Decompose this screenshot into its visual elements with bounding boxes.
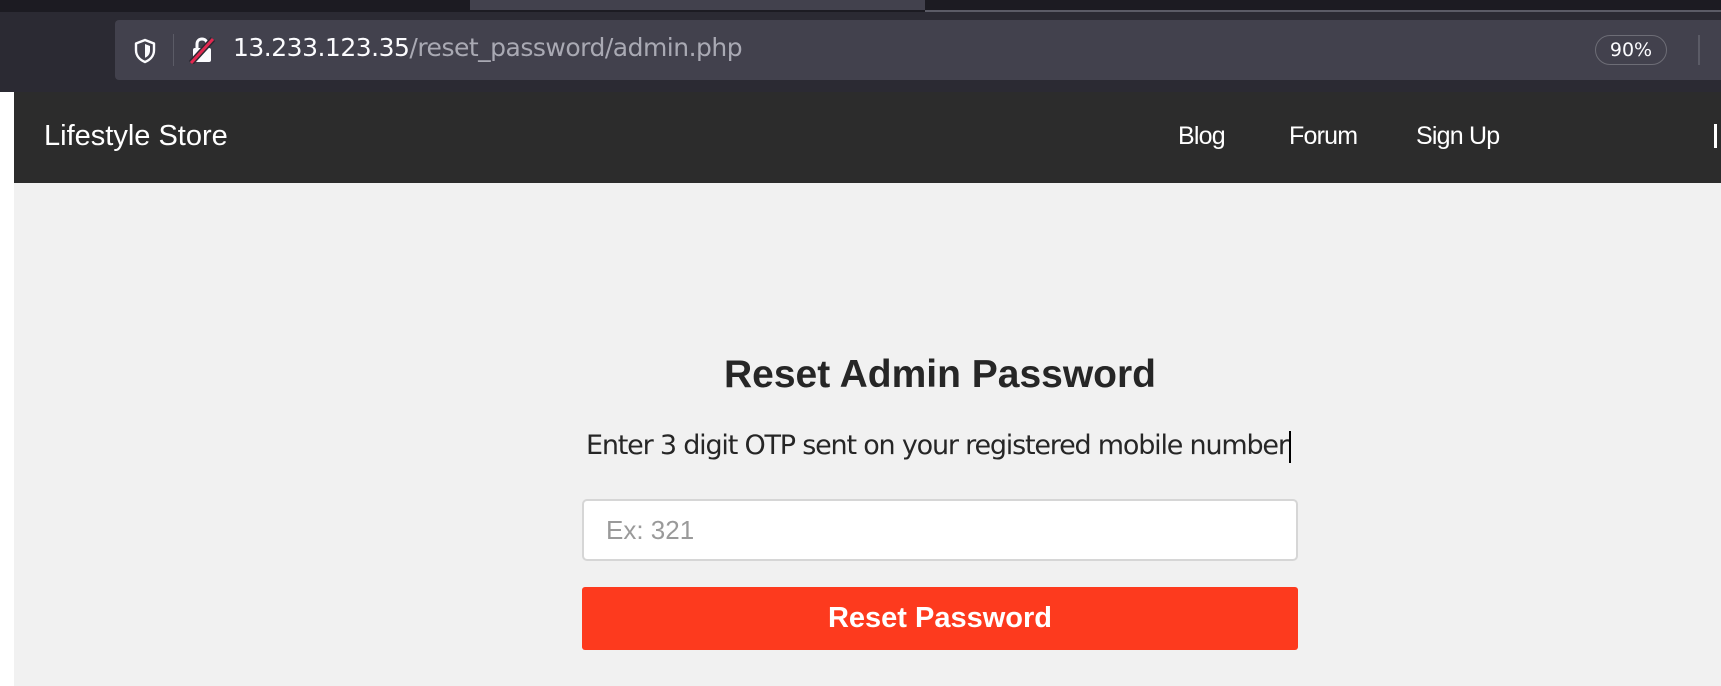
page-title: Reset Admin Password <box>723 353 1156 396</box>
nav-link-cropped[interactable] <box>1714 124 1717 148</box>
address-bar[interactable]: 13.233.123.35/reset_password/admin.php 9… <box>115 20 1721 80</box>
otp-instruction: Enter 3 digit OTP sent on your registere… <box>586 430 1291 463</box>
page-content: Reset Admin Password Enter 3 digit OTP s… <box>14 183 1721 686</box>
url-text[interactable]: 13.233.123.35/reset_password/admin.php <box>233 33 743 62</box>
nav-forum-link[interactable]: Forum <box>1289 122 1358 151</box>
url-host: 13.233.123.35 <box>233 33 410 62</box>
zoom-indicator[interactable]: 90% <box>1595 35 1667 65</box>
otp-input[interactable] <box>582 499 1298 561</box>
nav-blog-link[interactable]: Blog <box>1178 122 1226 151</box>
browser-active-tab[interactable] <box>470 0 925 10</box>
insecure-lock-icon[interactable] <box>188 36 216 64</box>
browser-tab-strip <box>0 0 1721 12</box>
site-navbar: Lifestyle Store Blog Forum Sign Up <box>14 92 1721 183</box>
brand-link[interactable]: Lifestyle Store <box>44 120 228 153</box>
reset-password-button[interactable]: Reset Password <box>582 587 1298 650</box>
shield-icon[interactable] <box>132 38 158 64</box>
text-cursor <box>1288 430 1291 463</box>
address-bar-separator <box>173 34 174 66</box>
toolbar-separator <box>1698 35 1700 65</box>
url-path: /reset_password/admin.php <box>409 33 743 62</box>
browser-toolbar: 13.233.123.35/reset_password/admin.php 9… <box>0 12 1721 92</box>
otp-instruction-text: Enter 3 digit OTP sent on your registere… <box>586 430 1289 461</box>
nav-signup-link[interactable]: Sign Up <box>1416 122 1500 151</box>
